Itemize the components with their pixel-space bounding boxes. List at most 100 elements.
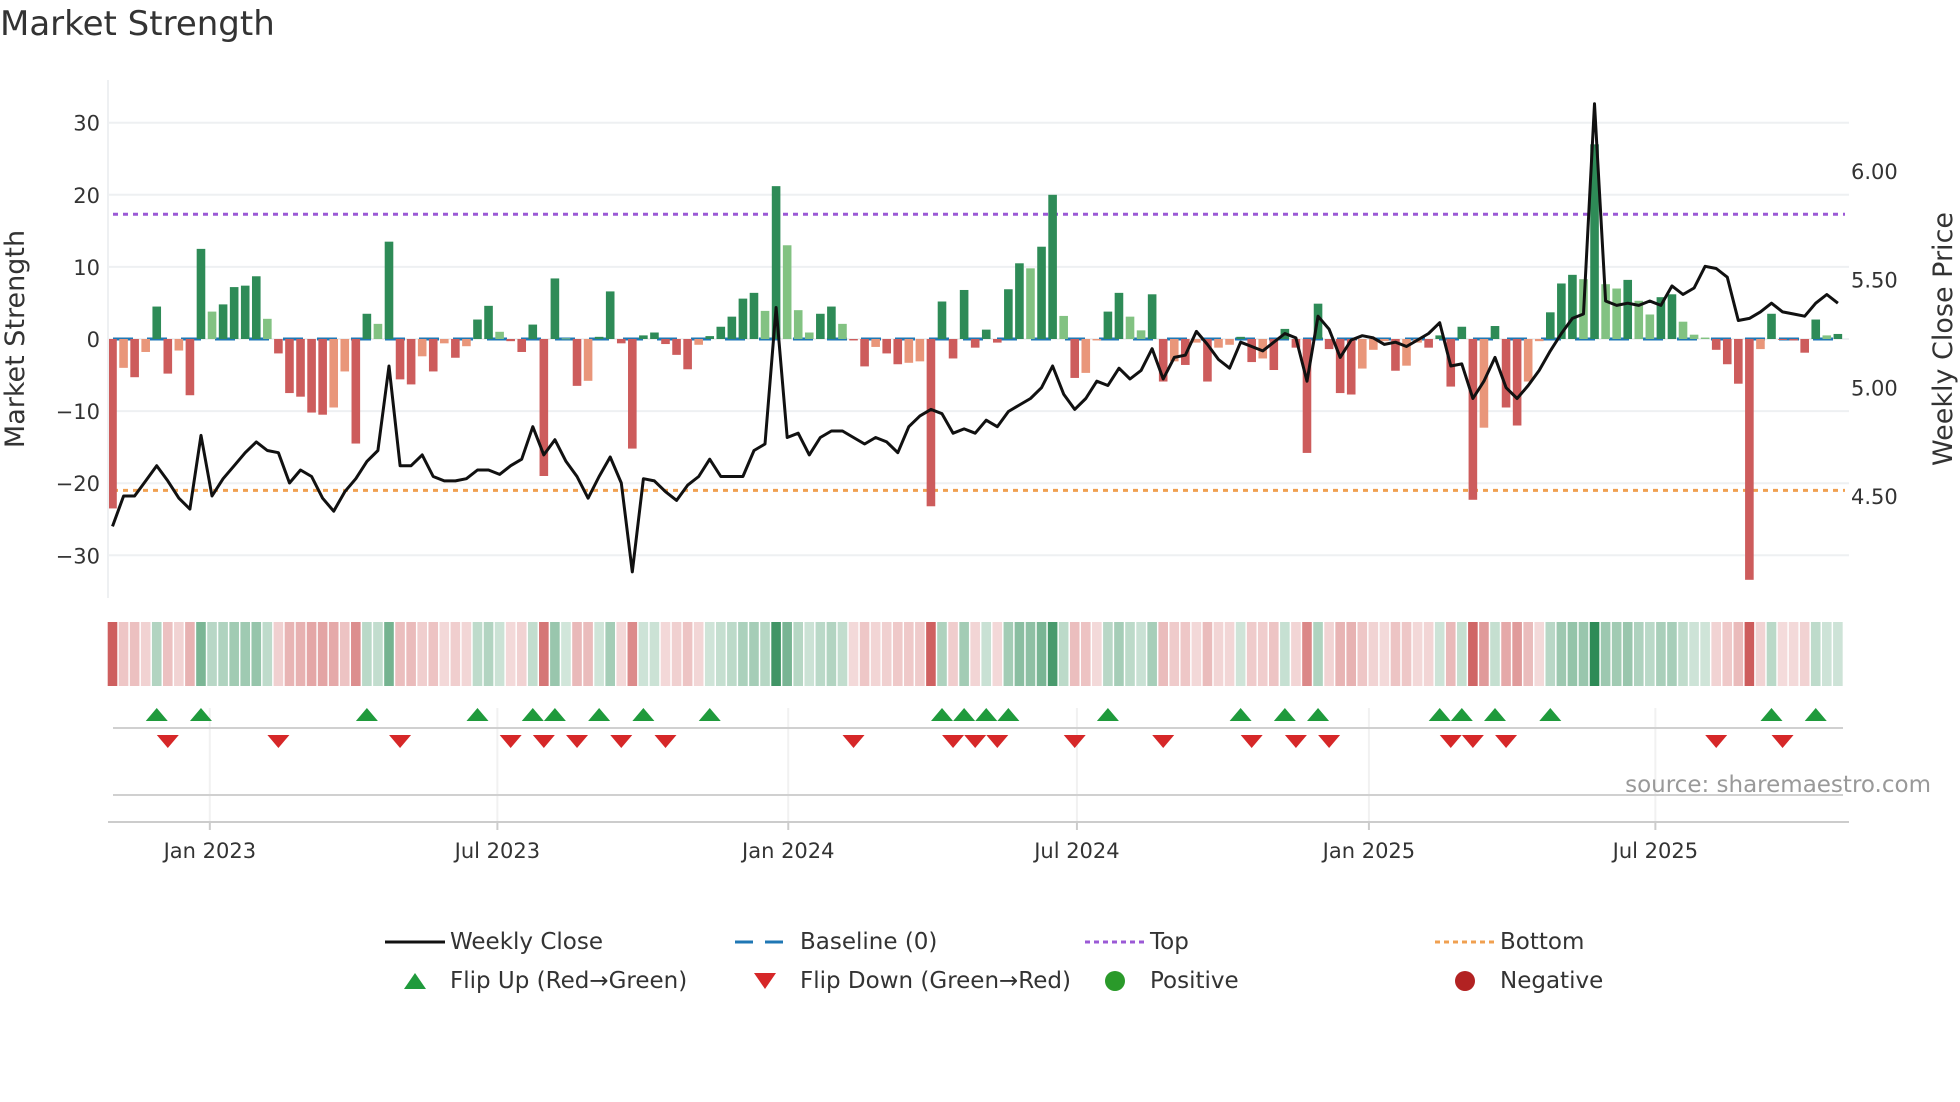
strength-bar — [871, 339, 880, 347]
strength-bar — [1468, 339, 1478, 500]
strength-bar — [727, 316, 737, 339]
strength-bar — [196, 248, 206, 339]
strength-bar — [993, 339, 1002, 343]
strength-bar — [406, 339, 416, 385]
heat-cell — [1589, 622, 1600, 686]
heat-cell — [295, 622, 306, 686]
heat-cell — [793, 622, 804, 686]
heat-cell — [1014, 622, 1025, 686]
legend-item-baseline: Baseline (0) — [730, 927, 1080, 957]
heat-cell — [1777, 622, 1788, 686]
flip-up-marker — [931, 708, 953, 721]
heat-cell — [1766, 622, 1777, 686]
heat-cell — [904, 622, 914, 686]
y-axis-label: Market Strength — [0, 230, 31, 448]
flip-up-marker — [1539, 708, 1562, 721]
strength-bar — [827, 306, 836, 339]
strength-bar — [1015, 263, 1024, 339]
strength-bar — [484, 305, 493, 339]
heat-cell — [1556, 622, 1567, 686]
flip-down-marker — [499, 735, 522, 748]
heat-cell — [1788, 622, 1799, 686]
strength-bar — [749, 292, 759, 339]
heat-cell — [627, 622, 638, 686]
heat-strip — [107, 622, 1843, 686]
strength-bar — [1092, 339, 1102, 341]
strength-bar — [1568, 274, 1577, 339]
flip-up-marker — [466, 708, 489, 721]
flip-markers — [113, 708, 1843, 822]
heat-cell — [1269, 622, 1279, 686]
heat-cell — [384, 622, 394, 686]
heat-cell — [306, 622, 317, 686]
strength-bar — [229, 287, 239, 339]
heat-cell — [494, 622, 505, 686]
y-tick-label: 30 — [73, 112, 100, 136]
strength-bar — [274, 339, 283, 354]
strength-bar — [1700, 337, 1710, 339]
strength-bar — [285, 339, 294, 394]
heat-cell — [981, 622, 992, 686]
legend-label: Flip Up (Red→Green) — [450, 967, 688, 994]
legend-item-bottom: Bottom — [1430, 927, 1780, 957]
heat-cell — [1180, 622, 1191, 686]
heat-cell — [1390, 622, 1401, 686]
strength-bar — [1081, 339, 1091, 373]
heat-cell — [218, 622, 228, 686]
heat-cell — [1744, 622, 1755, 686]
strength-bar — [860, 339, 869, 367]
x-tick-label: Jan 2024 — [740, 839, 835, 863]
strength-bar — [1711, 339, 1721, 350]
heat-cell — [439, 622, 450, 686]
heat-cell — [738, 622, 748, 686]
triangle-down-icon — [730, 966, 800, 996]
heat-cell — [185, 622, 195, 686]
strength-bar — [970, 339, 980, 348]
heat-cell — [1490, 622, 1500, 686]
heat-cell — [1689, 622, 1699, 686]
heat-cell — [1302, 622, 1312, 686]
heat-cell — [1645, 622, 1655, 686]
heat-cell — [550, 622, 560, 686]
heat-cell — [351, 622, 361, 686]
strength-bar — [428, 339, 438, 372]
strength-bar — [628, 339, 637, 449]
flip-down-marker — [1495, 735, 1518, 748]
flip-up-marker — [997, 708, 1020, 721]
heat-cell — [163, 622, 173, 686]
strength-bar — [1612, 288, 1621, 339]
heat-cell — [992, 622, 1003, 686]
strength-bar — [108, 339, 117, 509]
heat-cell — [682, 622, 693, 686]
strength-bar — [517, 339, 527, 352]
strength-bar — [1059, 315, 1068, 339]
heat-cell — [1136, 622, 1146, 686]
legend-label: Top — [1150, 928, 1189, 955]
heat-cell — [251, 622, 262, 686]
heat-cell — [207, 622, 217, 686]
heat-cell — [1578, 622, 1589, 686]
flip-down-marker — [986, 735, 1009, 748]
heat-cell — [1125, 622, 1135, 686]
strength-bar — [440, 339, 449, 344]
strength-bar — [616, 339, 626, 344]
strength-bar — [782, 245, 792, 339]
heat-cell — [262, 622, 273, 686]
flip-up-marker — [1307, 708, 1330, 721]
x-tick-label: Jul 2025 — [1611, 839, 1698, 863]
strength-bar — [528, 324, 538, 339]
heat-cell — [362, 622, 372, 686]
flip-up-marker — [543, 708, 566, 721]
strength-bar — [1689, 334, 1699, 339]
strength-bar — [694, 339, 703, 345]
heat-cell — [118, 622, 129, 686]
strength-bar — [240, 285, 250, 339]
strength-bar — [661, 339, 670, 345]
flip-up-marker — [953, 708, 976, 721]
heat-cell — [1512, 622, 1522, 686]
strength-bar — [1490, 326, 1500, 339]
flip-down-marker — [566, 735, 589, 748]
heat-cell — [1611, 622, 1622, 686]
strength-bar — [915, 339, 925, 362]
strength-bar — [1247, 339, 1256, 363]
